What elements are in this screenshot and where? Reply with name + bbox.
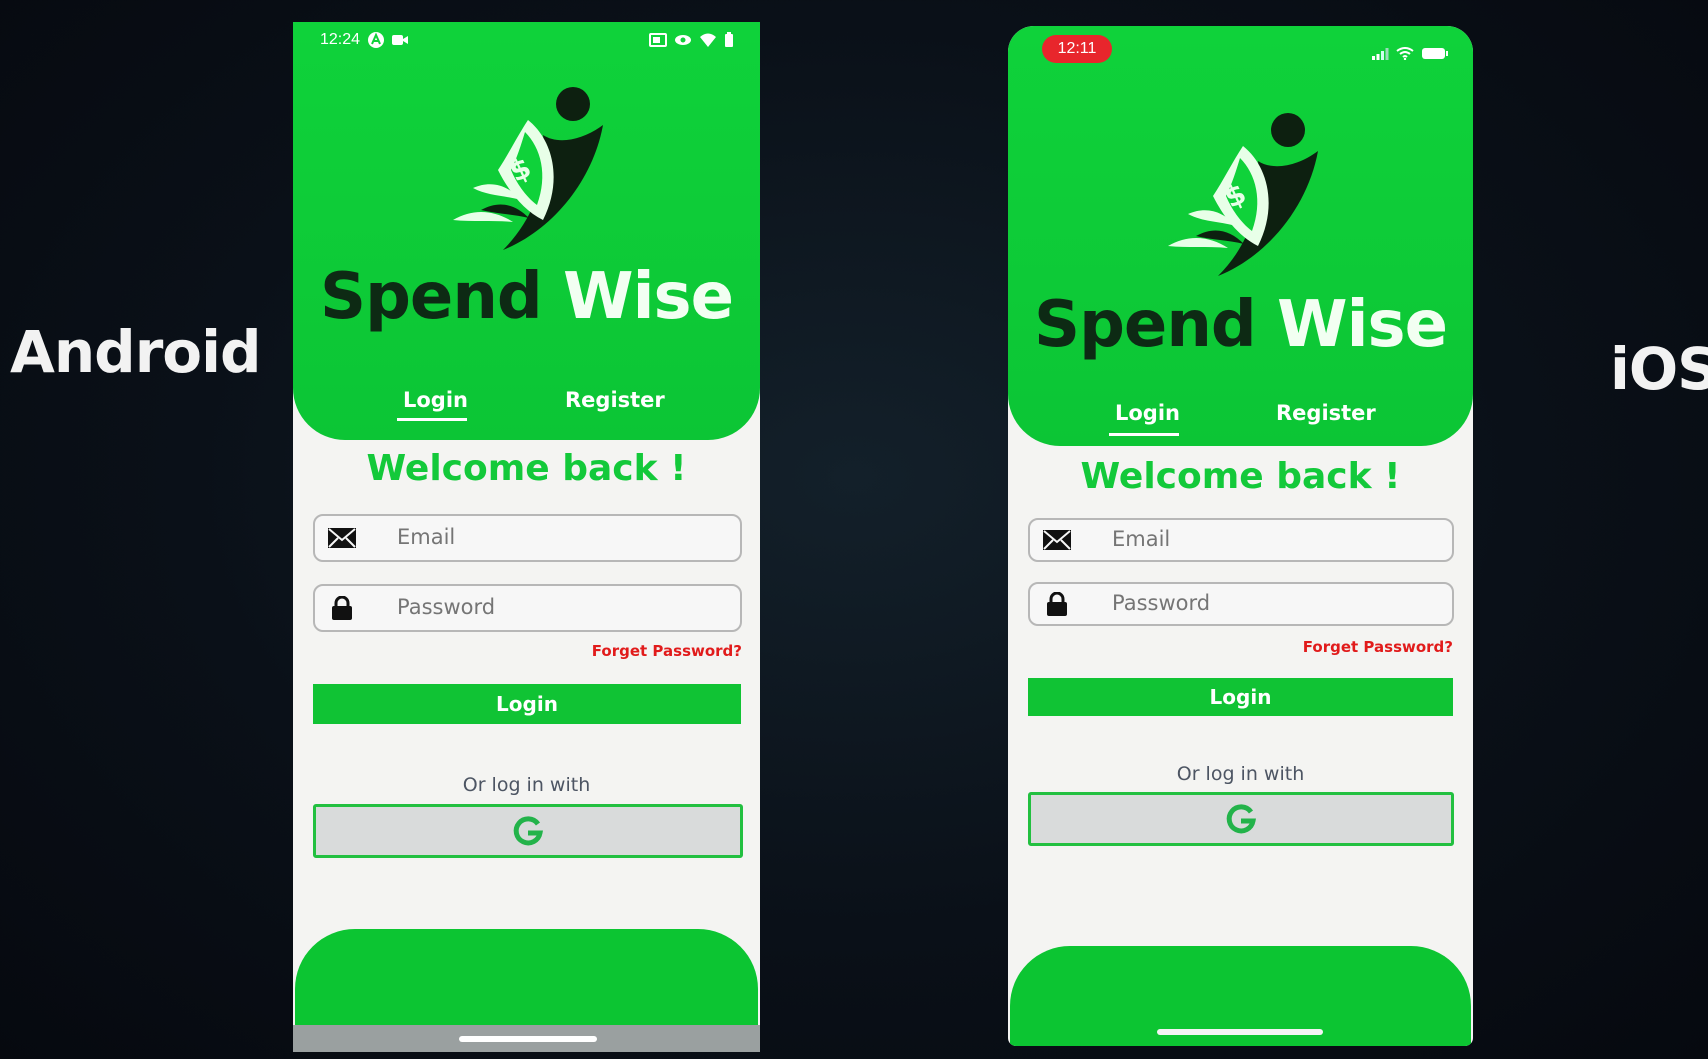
home-indicator[interactable]	[1157, 1029, 1323, 1035]
wifi-icon	[1396, 47, 1414, 60]
forgot-password-link[interactable]: Forget Password?	[592, 642, 742, 660]
battery-icon	[725, 32, 733, 47]
ios-phone-screen: 12:11 $ Spend Wise Login Register Welcom…	[1008, 26, 1473, 1046]
status-time: 12:24	[320, 31, 361, 48]
email-field[interactable]	[313, 514, 742, 562]
header: 12:11 $ Spend Wise Login Register	[1008, 26, 1473, 446]
eye-icon	[675, 35, 691, 45]
wifi-icon	[700, 33, 716, 47]
brand-title: Spend Wise	[293, 260, 760, 334]
home-indicator[interactable]	[459, 1036, 597, 1042]
battery-icon	[1422, 48, 1448, 59]
email-input[interactable]	[1112, 527, 1432, 551]
google-login-button[interactable]	[313, 804, 743, 858]
email-icon	[328, 528, 356, 548]
google-icon	[513, 816, 543, 846]
email-input[interactable]	[397, 525, 717, 549]
android-label: Android	[10, 318, 262, 386]
signal-icon	[1372, 47, 1389, 60]
password-field[interactable]	[313, 584, 742, 632]
brand-spend: Spend	[320, 260, 543, 334]
login-button[interactable]: Login	[1028, 678, 1453, 716]
welcome-heading: Welcome back !	[366, 448, 687, 489]
password-input[interactable]	[397, 595, 717, 619]
header: 12:24 $ Spend Wise Login Register	[293, 22, 760, 440]
brand-wise: Wise	[562, 260, 734, 334]
active-tab-indicator	[1109, 433, 1179, 436]
active-tab-indicator	[397, 418, 467, 421]
status-bar: 12:11	[1008, 26, 1473, 66]
email-field[interactable]	[1028, 518, 1454, 562]
tab-login[interactable]: Login	[403, 388, 468, 412]
app-notification-icon	[368, 32, 384, 48]
android-phone-screen: 12:24 $ Spend Wise Login Register Welcom…	[293, 22, 760, 1052]
status-time: 12:11	[1042, 35, 1112, 63]
lock-icon	[1047, 592, 1067, 616]
forgot-password-link[interactable]: Forget Password?	[1303, 638, 1453, 656]
brand-title: Spend Wise	[1008, 288, 1473, 362]
brand-wise: Wise	[1276, 288, 1448, 362]
email-icon	[1043, 530, 1071, 550]
tab-login[interactable]: Login	[1115, 401, 1180, 425]
google-icon	[1226, 804, 1256, 834]
password-field[interactable]	[1028, 582, 1454, 626]
lock-icon	[332, 596, 352, 620]
or-login-with-text: Or log in with	[1176, 763, 1305, 785]
system-icons	[1371, 47, 1449, 60]
status-bar: 12:24	[293, 22, 760, 62]
tab-register[interactable]: Register	[1276, 401, 1376, 425]
password-input[interactable]	[1112, 591, 1432, 615]
logo-icon: $	[1148, 96, 1338, 286]
system-icons	[649, 32, 734, 48]
google-login-button[interactable]	[1028, 792, 1454, 846]
brand-spend: Spend	[1034, 288, 1257, 362]
ios-label: iOS	[1610, 335, 1708, 403]
logo-icon: $	[433, 70, 623, 260]
login-button[interactable]: Login	[313, 684, 741, 724]
or-login-with-text: Or log in with	[462, 774, 591, 796]
video-icon	[392, 35, 408, 45]
welcome-heading: Welcome back !	[1080, 456, 1401, 497]
notification-icons	[367, 31, 409, 49]
cast-icon	[649, 33, 667, 47]
tab-register[interactable]: Register	[565, 388, 665, 412]
